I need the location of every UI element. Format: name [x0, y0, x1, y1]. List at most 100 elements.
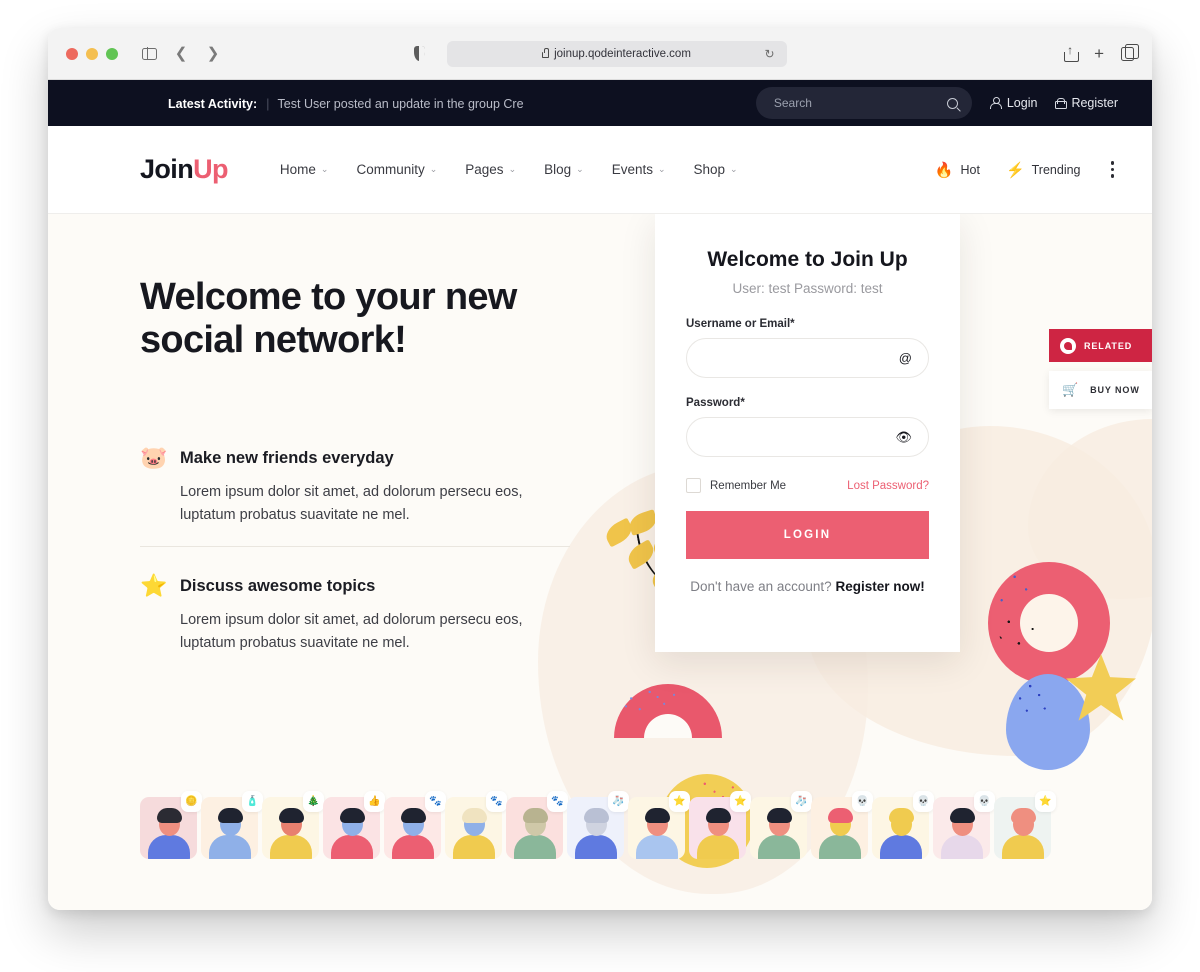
avatar[interactable]: 🐾 — [445, 791, 507, 859]
user-icon — [990, 97, 1003, 109]
search-box[interactable] — [755, 87, 972, 119]
nav-item-home[interactable]: Home ⌄ — [280, 162, 329, 177]
avatar[interactable]: ⭐ — [994, 791, 1056, 859]
nav-item-label: Shop — [693, 162, 726, 177]
avatar-badge-icon: ⭐ — [669, 791, 690, 812]
blue-speckles-decoration — [1010, 676, 1066, 732]
donut-speckles-decoration — [993, 566, 1065, 656]
nav-item-community[interactable]: Community ⌄ — [356, 162, 437, 177]
reload-icon[interactable]: ↻ — [764, 48, 774, 60]
back-chevron-icon[interactable]: ❮ — [172, 45, 190, 63]
avatar[interactable]: 🧦 — [750, 791, 812, 859]
pig-icon: 🐷 — [140, 445, 168, 471]
avatar[interactable]: ⭐ — [689, 791, 751, 859]
qode-logo-icon — [1060, 337, 1076, 354]
feature-item: ⭐ Discuss awesome topics Lorem ipsum dol… — [140, 546, 570, 674]
feature-description: Lorem ipsum dolor sit amet, ad dolorum p… — [180, 484, 523, 523]
tab-overview-icon[interactable] — [1121, 44, 1139, 61]
related-button[interactable]: RELATED — [1049, 329, 1152, 362]
password-input[interactable] — [686, 417, 929, 457]
url-text: joinup.qodeinteractive.com — [554, 47, 691, 60]
top-activity-bar: Latest Activity: | Test User posted an u… — [48, 80, 1152, 126]
remember-me-checkbox[interactable]: Remember Me — [686, 478, 786, 493]
forward-chevron-icon[interactable]: ❯ — [204, 45, 222, 63]
avatar-badge-icon: 💀 — [974, 791, 995, 812]
nav-item-events[interactable]: Events ⌄ — [612, 162, 666, 177]
nav-item-pages[interactable]: Pages ⌄ — [465, 162, 516, 177]
avatar[interactable]: 💀 — [811, 791, 873, 859]
maximize-window-button[interactable] — [106, 47, 118, 60]
avatar[interactable]: 🧦 — [567, 791, 629, 859]
avatar-badge-icon: 🎄 — [303, 791, 324, 812]
hot-link[interactable]: 🔥 Hot — [935, 161, 980, 179]
chevron-down-icon: ⌄ — [429, 164, 438, 174]
close-window-button[interactable] — [66, 47, 78, 60]
browser-window: ❮ ❯ joinup.qodeinteractive.com ↻ + Lates… — [48, 28, 1152, 910]
logo-part-up: Up — [193, 154, 228, 184]
password-label: Password* — [686, 397, 745, 409]
kebab-menu-icon[interactable] — [1107, 157, 1119, 182]
window-controls[interactable] — [66, 47, 118, 60]
avatar[interactable]: 🧴 — [201, 791, 263, 859]
feature-description: Lorem ipsum dolor sit amet, ad dolorum p… — [180, 612, 523, 651]
avatar[interactable]: 🐾 — [384, 791, 446, 859]
search-icon[interactable] — [940, 97, 966, 109]
avatar-badge-icon: 🧦 — [791, 791, 812, 812]
avatar[interactable]: 🎄 — [262, 791, 324, 859]
login-card-title: Welcome to Join Up — [707, 248, 908, 271]
signup-prefix: Don't have an account? — [690, 579, 836, 594]
address-bar[interactable]: joinup.qodeinteractive.com ↻ — [446, 40, 787, 67]
activity-message: Test User posted an update in the group … — [277, 96, 524, 111]
star-icon: ⭐ — [140, 573, 168, 599]
lightning-icon: ⚡ — [1005, 161, 1025, 179]
buy-now-button[interactable]: 🛒 BUY NOW — [1049, 371, 1152, 409]
eye-icon[interactable]: 👁 — [895, 431, 912, 444]
plus-icon[interactable]: + — [1094, 45, 1104, 62]
cart-icon: 🛒 — [1062, 382, 1080, 397]
register-now-link[interactable]: Register now! — [835, 579, 924, 594]
avatar[interactable]: ⭐ — [628, 791, 690, 859]
hero-section: Welcome to your new social network! 🐷 Ma… — [48, 214, 1152, 910]
avatar-badge-icon: 🐾 — [486, 791, 507, 812]
remember-me-label: Remember Me — [710, 479, 787, 492]
checkbox-box[interactable] — [686, 478, 701, 493]
avatar-badge-icon: 🐾 — [425, 791, 446, 812]
hero-title-line2: social network! — [140, 318, 407, 361]
lock-icon — [542, 48, 550, 58]
avatar[interactable]: 💀 — [933, 791, 995, 859]
signup-prompt: Don't have an account? Register now! — [686, 579, 929, 594]
activity-separator: | — [266, 95, 270, 111]
floating-side-buttons: RELATED 🛒 BUY NOW — [1049, 329, 1152, 409]
nav-item-blog[interactable]: Blog ⌄ — [544, 162, 584, 177]
chevron-down-icon: ⌄ — [320, 164, 329, 174]
username-field-group: Username or Email* @ — [686, 318, 929, 378]
register-link[interactable]: Register — [1055, 96, 1118, 110]
chevron-down-icon: ⌄ — [657, 164, 666, 174]
avatar[interactable]: 💀 — [872, 791, 934, 859]
avatar[interactable]: 👍 — [323, 791, 385, 859]
share-icon[interactable] — [1064, 43, 1080, 62]
page-title: Welcome to your new social network! — [140, 276, 570, 361]
avatar-badge-icon: ⭐ — [730, 791, 751, 812]
minimize-window-button[interactable] — [86, 47, 98, 60]
privacy-shield-icon[interactable] — [413, 46, 425, 61]
lost-password-link[interactable]: Lost Password? — [847, 480, 929, 492]
trending-label: Trending — [1031, 162, 1081, 177]
sidebar-toggle-icon[interactable] — [140, 45, 158, 63]
avatar[interactable]: 🪙 — [140, 791, 202, 859]
search-input[interactable] — [773, 96, 940, 110]
login-link[interactable]: Login — [990, 96, 1037, 110]
hero-title-line1: Welcome to your new — [140, 276, 517, 318]
username-input[interactable] — [686, 338, 929, 378]
avatar-badge-icon: 💀 — [852, 791, 873, 812]
at-sign-icon: @ — [898, 350, 912, 366]
trending-link[interactable]: ⚡ Trending — [1006, 161, 1081, 179]
nav-items: Home ⌄ Community ⌄ Pages ⌄ Blog ⌄ Events… — [280, 162, 738, 177]
avatar[interactable]: 🐾 — [506, 791, 568, 859]
nav-item-label: Home — [279, 162, 316, 177]
avatar-badge-icon: 🐾 — [547, 791, 568, 812]
login-button[interactable]: LOGIN — [686, 511, 929, 559]
member-avatar-strip: 🪙 🧴 🎄 👍 🐾 🐾 🐾 🧦 ⭐ ⭐ 🧦 💀 💀 💀 ⭐ — [140, 791, 1056, 859]
site-logo[interactable]: JoinUp — [140, 154, 229, 185]
nav-item-shop[interactable]: Shop ⌄ — [694, 162, 738, 177]
